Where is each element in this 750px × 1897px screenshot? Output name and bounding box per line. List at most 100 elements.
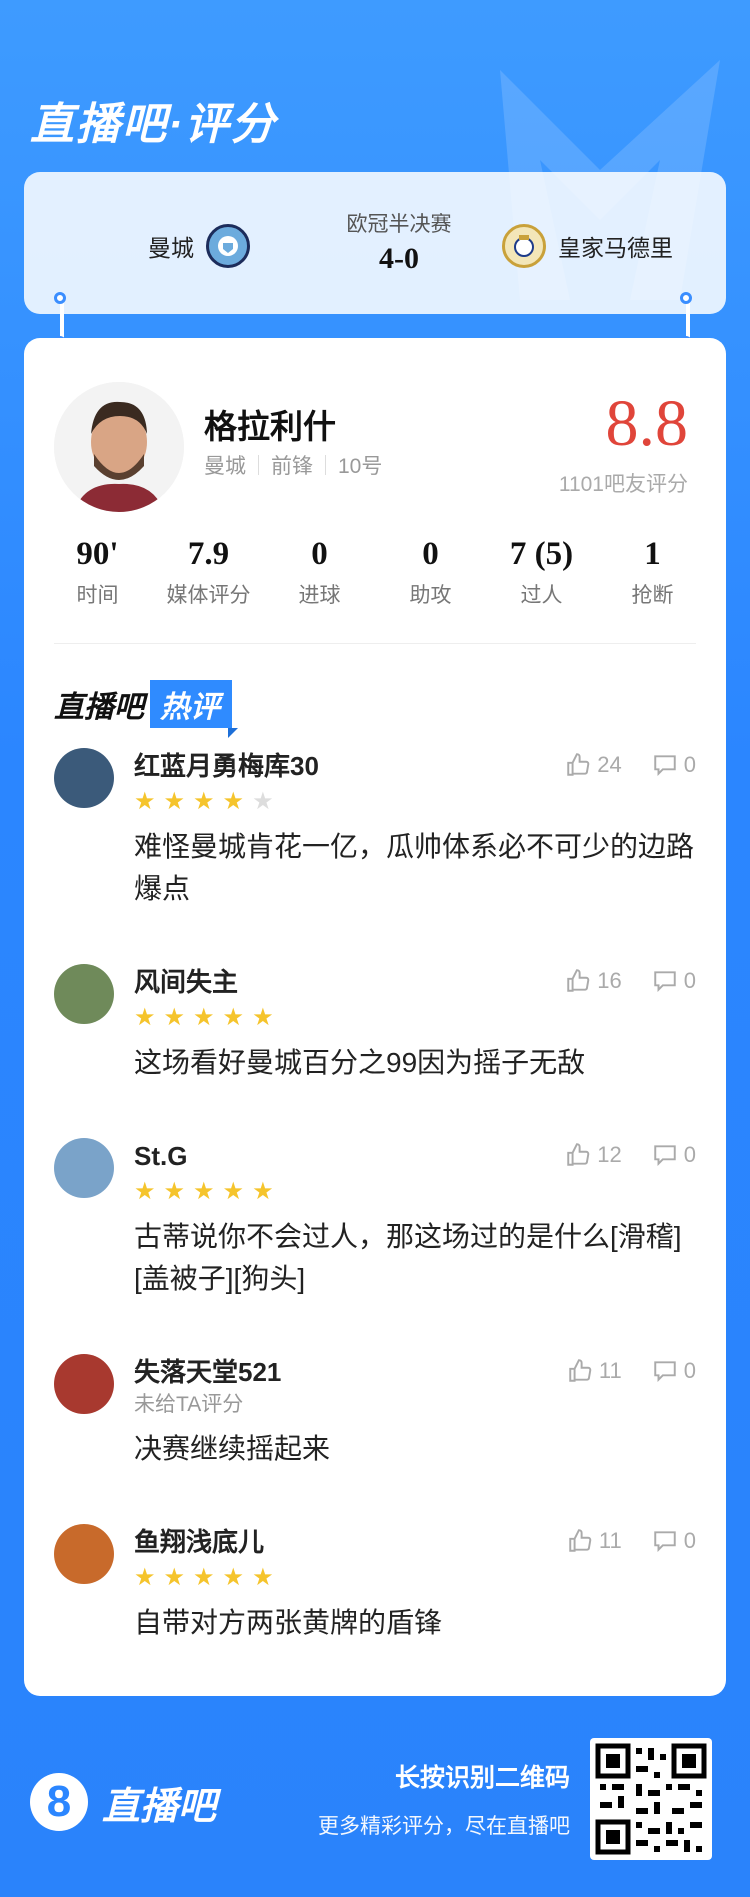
- comment-actions: 11 0: [537, 1358, 696, 1384]
- stat-value: 7 (5): [509, 536, 574, 572]
- cta-primary: 长按识别二维码: [394, 1764, 570, 1792]
- star-icon: ★: [163, 787, 186, 815]
- star-icon: ★: [222, 1177, 245, 1205]
- star-icon: ★: [252, 1563, 274, 1591]
- home-team-name: 曼城: [148, 235, 194, 261]
- hot-badge: 热评: [150, 680, 238, 738]
- star-icon: ★: [193, 1177, 215, 1205]
- star-icon: ★: [222, 1003, 245, 1031]
- user-avatar[interactable]: [54, 964, 114, 1024]
- stat-value: 7.9: [187, 536, 230, 572]
- star-icon: ★: [193, 1003, 215, 1031]
- man-city-badge-icon: [206, 224, 250, 268]
- stat-value: 90': [76, 536, 119, 572]
- reply-button[interactable]: 0: [652, 1528, 696, 1554]
- unrated-label: 未给TA评分: [134, 1393, 244, 1416]
- user-avatar[interactable]: [54, 1354, 114, 1414]
- like-count: 12: [597, 1142, 622, 1167]
- reply-button[interactable]: 0: [652, 752, 696, 778]
- meta-separator: [258, 455, 259, 475]
- reply-count: 0: [683, 1528, 696, 1553]
- star-icon: ★: [163, 1003, 186, 1031]
- match-score: 4-0: [379, 242, 419, 275]
- star-icon: ★: [193, 787, 215, 815]
- competition-label: 欧冠半决赛: [346, 213, 452, 236]
- like-button[interactable]: 11: [567, 1528, 622, 1554]
- player-number: 10号: [338, 455, 383, 478]
- star-icon: ★: [222, 1563, 245, 1591]
- comment-icon: [654, 1361, 676, 1383]
- stat-label: 抢断: [631, 584, 674, 607]
- stat-media-rating: 7.9 媒体评分: [153, 536, 264, 609]
- meta-separator: [325, 455, 326, 475]
- away-team[interactable]: 皇家马德里: [502, 224, 673, 268]
- hot-comments-title: 直播吧 热评: [54, 680, 238, 738]
- reply-button[interactable]: 0: [652, 968, 696, 994]
- home-team[interactable]: 曼城: [148, 224, 250, 268]
- like-button[interactable]: 11: [567, 1358, 622, 1384]
- star-rating: ★ ★ ★ ★ ★: [134, 784, 696, 818]
- like-count: 24: [597, 752, 622, 777]
- stat-time: 90' 时间: [42, 536, 153, 609]
- like-button[interactable]: 24: [565, 752, 622, 778]
- rating-count: 1101吧友评分: [558, 473, 688, 496]
- thumbs-up-icon: [567, 969, 590, 992]
- qr-code[interactable]: [590, 1738, 712, 1860]
- player-rating: 8.8: [605, 387, 689, 460]
- star-empty-icon: ★: [252, 787, 274, 815]
- star-rating: ★ ★ ★ ★ ★: [134, 1000, 696, 1034]
- reply-count: 0: [683, 968, 696, 993]
- hot-title-text: 直播吧: [54, 691, 144, 724]
- comment-text: 这场看好曼城百分之99因为摇子无敌: [134, 1047, 586, 1078]
- star-icon: ★: [163, 1563, 186, 1591]
- comment-actions: 12 0: [535, 1142, 696, 1168]
- comment-icon: [654, 1145, 676, 1167]
- reply-count: 0: [683, 752, 696, 777]
- logo-text: 直播吧: [102, 1785, 217, 1828]
- comment-icon: [654, 971, 676, 993]
- player-meta: 曼城 前锋 10号: [204, 450, 382, 480]
- footer-logo[interactable]: 8 直播吧: [30, 1773, 216, 1831]
- brand-title: 直播吧·评分: [30, 100, 277, 149]
- star-rating: ★ ★ ★ ★ ★: [134, 1174, 696, 1208]
- comment-icon: [654, 755, 676, 777]
- stat-tackles: 1 抢断: [597, 536, 708, 609]
- stat-goals: 0 进球: [264, 536, 375, 609]
- reply-count: 0: [683, 1142, 696, 1167]
- stat-dribbles: 7 (5) 过人: [486, 536, 597, 609]
- real-madrid-badge-icon: [502, 224, 546, 268]
- thumbs-up-icon: [567, 753, 590, 776]
- user-avatar[interactable]: [54, 1524, 114, 1584]
- star-icon: ★: [252, 1177, 274, 1205]
- qr-code-icon: [595, 1743, 707, 1855]
- star-icon: ★: [252, 1003, 274, 1031]
- star-rating: ★ ★ ★ ★ ★: [134, 1560, 696, 1594]
- divider: [54, 643, 696, 644]
- star-icon: ★: [134, 1563, 156, 1591]
- away-team-name: 皇家马德里: [558, 235, 673, 261]
- player-position: 前锋: [271, 455, 313, 478]
- user-avatar[interactable]: [54, 748, 114, 808]
- star-icon: ★: [134, 787, 156, 815]
- like-button[interactable]: 12: [565, 1142, 622, 1168]
- user-avatar[interactable]: [54, 1138, 114, 1198]
- comment-text: 决赛继续摇起来: [134, 1433, 331, 1464]
- match-card[interactable]: 曼城 欧冠半决赛 4-0 皇家马德里: [24, 172, 726, 314]
- cta-secondary: 更多精彩评分，尽在直播吧: [318, 1815, 570, 1838]
- stat-label: 助攻: [409, 584, 452, 607]
- comment-text: 古蒂说你不会过人，那这场过的是什么[滑稽][盖被子][狗头]: [134, 1221, 682, 1294]
- stat-label: 时间: [76, 584, 119, 607]
- thumbs-up-icon: [567, 1143, 590, 1166]
- stat-value: 1: [644, 536, 661, 572]
- star-icon: ★: [134, 1003, 156, 1031]
- like-button[interactable]: 16: [565, 968, 622, 994]
- comment-text: 难怪曼城肯花一亿，瓜帅体系必不可少的边路爆点: [134, 831, 695, 904]
- reply-count: 0: [683, 1358, 696, 1383]
- stat-label: 过人: [520, 584, 563, 607]
- player-rating-card: 格拉利什 曼城 前锋 10号 8.8 1101吧友评分 90' 时间 7.9 媒…: [24, 338, 726, 1696]
- reply-button[interactable]: 0: [652, 1142, 696, 1168]
- reply-button[interactable]: 0: [652, 1358, 696, 1384]
- thumbs-up-icon: [569, 1359, 592, 1382]
- stat-label: 媒体评分: [166, 584, 251, 607]
- comment-icon: [654, 1531, 676, 1553]
